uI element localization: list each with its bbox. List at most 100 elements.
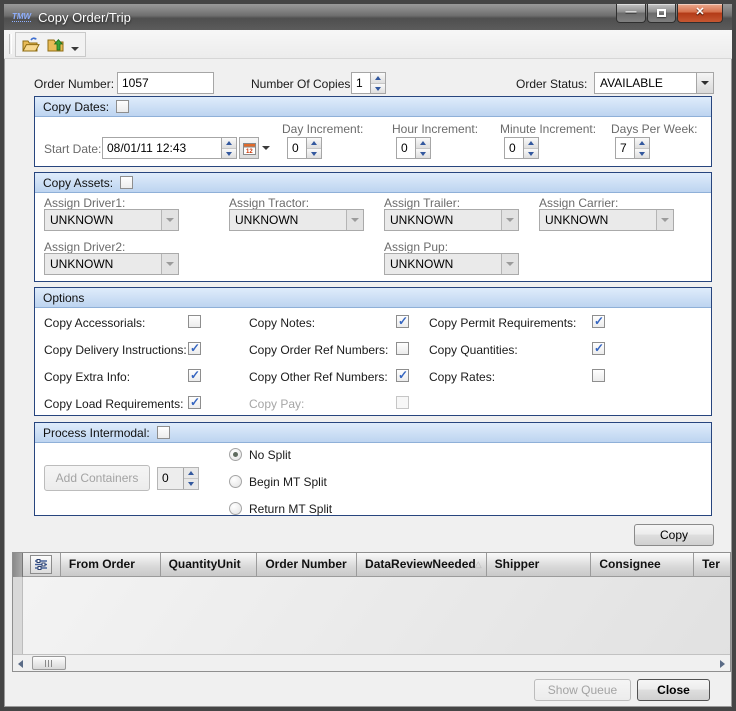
process-intermodal-checkbox[interactable] [157, 426, 170, 439]
calendar-icon: 12 [243, 142, 256, 155]
order-status-dropdown[interactable]: AVAILABLE [594, 72, 714, 94]
copy-notes-label: Copy Notes: [249, 316, 315, 330]
assign-tractor-value: UNKNOWN [230, 210, 346, 230]
grid-row-selector-column [13, 577, 23, 654]
start-date-up-button[interactable] [222, 138, 236, 149]
day-increment-down[interactable] [307, 149, 321, 159]
number-of-copies-stepper[interactable]: 1 [351, 72, 386, 94]
toolbar-dropdown-arrow[interactable] [71, 47, 79, 51]
copy-load-requirements-checkbox[interactable] [188, 396, 201, 409]
copy-delivery-instructions-checkbox[interactable] [188, 342, 201, 355]
copy-extra-info-checkbox[interactable] [188, 369, 201, 382]
assign-pup-label: Assign Pup: [384, 240, 448, 254]
radio-return-mt-split [229, 502, 242, 515]
column-header-consignee[interactable]: Consignee [591, 553, 694, 577]
process-intermodal-header: Process Intermodal: [35, 423, 711, 443]
copy-permit-requirements-checkbox[interactable] [592, 315, 605, 328]
copy-button[interactable]: Copy [634, 524, 714, 546]
assign-driver1-dropdown: UNKNOWN [44, 209, 179, 231]
column-header-from-order[interactable]: From Order [61, 553, 161, 577]
copy-order-trip-window: TMW Copy Order/Trip — ✕ [0, 0, 736, 711]
assign-trailer-label: Assign Trailer: [384, 196, 460, 210]
copy-assets-checkbox[interactable] [120, 176, 133, 189]
hour-increment-down[interactable] [416, 149, 430, 159]
assign-tractor-dropdown: UNKNOWN [229, 209, 364, 231]
titlebar: TMW Copy Order/Trip — ✕ [4, 4, 732, 30]
copies-down-button[interactable] [371, 84, 385, 94]
order-status-dropdown-button[interactable] [696, 73, 713, 93]
days-per-week-stepper[interactable]: 7 [615, 137, 650, 159]
copy-accessorials-checkbox[interactable] [188, 315, 201, 328]
grid-horizontal-scrollbar[interactable] [13, 654, 730, 671]
minimize-button[interactable]: — [616, 4, 646, 23]
column-header-shipper[interactable]: Shipper [487, 553, 592, 577]
calendar-button[interactable]: 12 [239, 137, 259, 159]
assign-driver1-value: UNKNOWN [45, 210, 161, 230]
copy-permit-requirements-label: Copy Permit Requirements: [429, 316, 576, 330]
copy-quantities-checkbox[interactable] [592, 342, 605, 355]
minute-increment-value: 0 [505, 138, 523, 158]
assign-driver1-label: Assign Driver1: [44, 196, 125, 210]
number-of-copies-value: 1 [352, 73, 370, 93]
assign-driver2-label: Assign Driver2: [44, 240, 125, 254]
column-header-quantityunit[interactable]: QuantityUnit [161, 553, 258, 577]
open-order-button[interactable] [19, 34, 42, 55]
column-header-datareviewneeded[interactable]: DataReviewNeeded △ [357, 553, 487, 577]
import-order-button[interactable] [44, 34, 67, 55]
assign-pup-dropdown: UNKNOWN [384, 253, 519, 275]
grid-header-row: From Order QuantityUnit Order Number Dat… [13, 553, 730, 577]
copy-dates-checkbox[interactable] [116, 100, 129, 113]
copy-delivery-instructions-label: Copy Delivery Instructions: [44, 343, 187, 357]
process-intermodal-header-label: Process Intermodal: [43, 426, 150, 440]
grid-corner-cell [23, 553, 61, 577]
days-per-week-up[interactable] [635, 138, 649, 149]
maximize-button[interactable] [647, 4, 676, 23]
close-window-button[interactable]: ✕ [677, 4, 723, 23]
field-chooser-button[interactable] [30, 555, 52, 574]
assign-trailer-dropdown: UNKNOWN [384, 209, 519, 231]
day-increment-value: 0 [288, 138, 306, 158]
options-header: Options [35, 288, 711, 308]
scrollbar-thumb[interactable] [32, 656, 66, 670]
assign-pup-value: UNKNOWN [385, 254, 501, 274]
toolbar [4, 30, 732, 59]
start-date-label: Start Date: [44, 142, 101, 156]
field-chooser-icon [34, 558, 48, 571]
copy-other-ref-numbers-checkbox[interactable] [396, 369, 409, 382]
start-date-down-button[interactable] [222, 149, 236, 159]
day-increment-stepper[interactable]: 0 [287, 137, 322, 159]
calendar-dropdown-arrow[interactable] [262, 146, 270, 150]
assign-driver2-dropdown: UNKNOWN [44, 253, 179, 275]
hour-increment-stepper[interactable]: 0 [396, 137, 431, 159]
copy-order-ref-numbers-checkbox[interactable] [396, 342, 409, 355]
minute-increment-down[interactable] [524, 149, 538, 159]
days-per-week-down[interactable] [635, 149, 649, 159]
order-status-label: Order Status: [516, 77, 587, 91]
radio-begin-mt-split [229, 475, 242, 488]
copy-assets-header: Copy Assets: [35, 173, 711, 193]
copy-rates-checkbox[interactable] [592, 369, 605, 382]
scroll-right-button[interactable] [714, 656, 730, 671]
order-number-input[interactable] [117, 72, 214, 94]
start-date-field[interactable]: 08/01/11 12:43 [102, 137, 237, 159]
day-increment-label: Day Increment: [282, 122, 363, 136]
add-containers-button: Add Containers [44, 465, 150, 491]
column-header-order-number[interactable]: Order Number [257, 553, 357, 577]
close-button[interactable]: Close [637, 679, 710, 701]
scroll-left-button[interactable] [13, 656, 29, 671]
open-folder-icon [22, 37, 40, 53]
day-increment-up[interactable] [307, 138, 321, 149]
column-header-terminal[interactable]: Ter [694, 553, 730, 577]
radio-begin-mt-split-label: Begin MT Split [249, 475, 327, 489]
sort-ascending-icon: △ [475, 559, 482, 570]
copy-accessorials-label: Copy Accessorials: [44, 316, 145, 330]
minute-increment-stepper[interactable]: 0 [504, 137, 539, 159]
minute-increment-up[interactable] [524, 138, 538, 149]
copies-up-button[interactable] [371, 73, 385, 84]
radio-return-mt-split-label: Return MT Split [249, 502, 332, 516]
hour-increment-up[interactable] [416, 138, 430, 149]
assign-carrier-dropdown: UNKNOWN [539, 209, 674, 231]
toolbar-grip[interactable] [9, 34, 12, 54]
copy-notes-checkbox[interactable] [396, 315, 409, 328]
copy-dates-header-label: Copy Dates: [43, 100, 109, 114]
